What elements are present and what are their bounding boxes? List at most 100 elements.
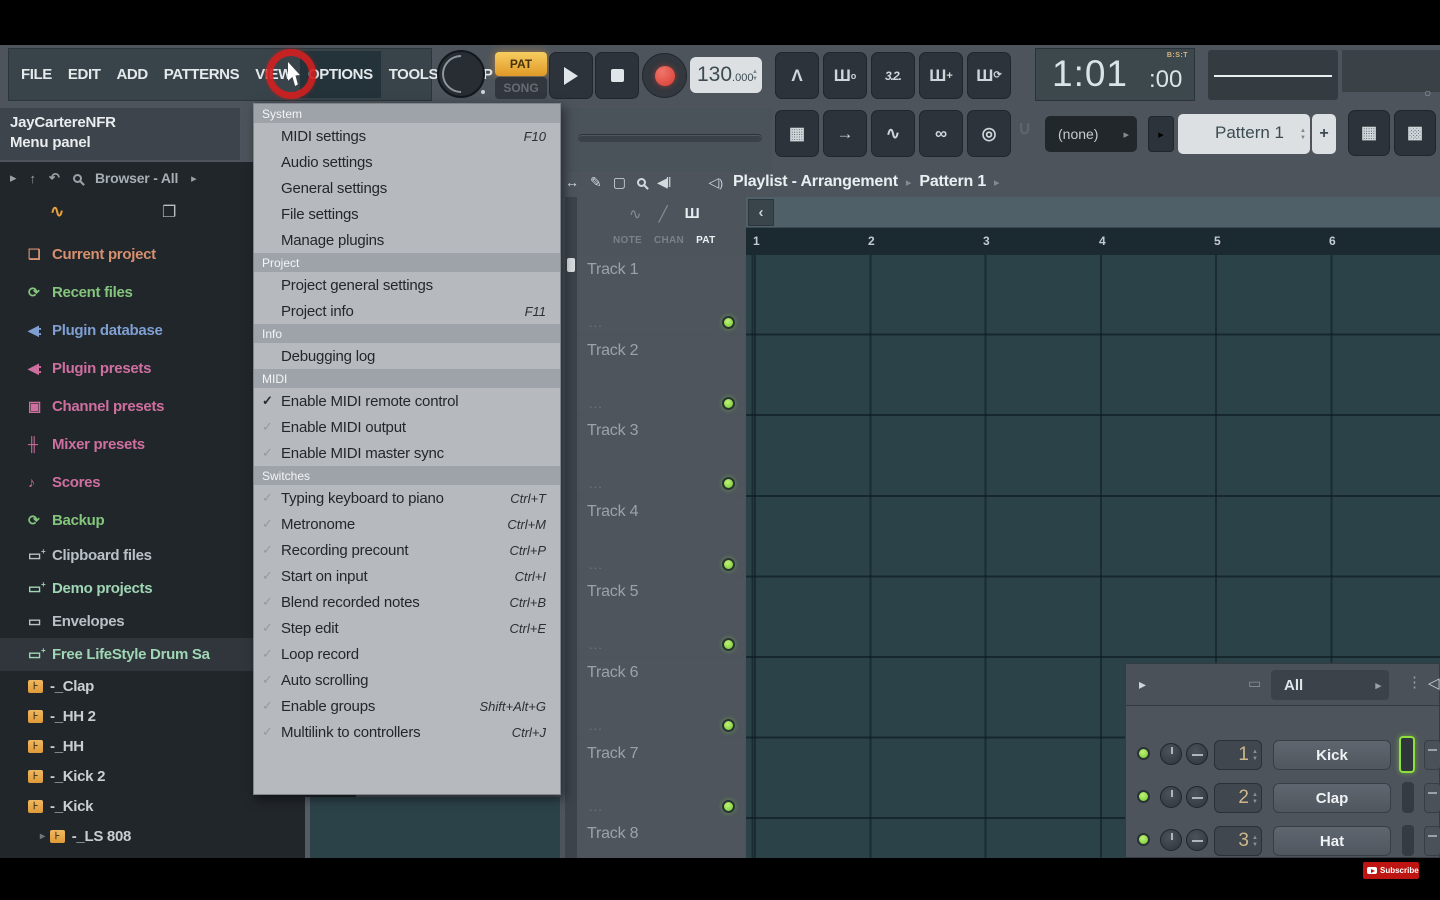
chevron-right-icon[interactable]: ▸	[191, 172, 197, 185]
loop-record-icon[interactable]	[967, 52, 1011, 99]
tab-pat[interactable]: PAT	[696, 235, 715, 246]
subscribe-button[interactable]: Subscribe	[1363, 862, 1419, 879]
menu-item-enable-midi-output[interactable]: ✓Enable MIDI output	[254, 414, 560, 440]
volume-knob[interactable]	[1186, 786, 1208, 808]
channel-button-kick[interactable]: Kick	[1273, 740, 1391, 770]
playlist-scrollbar[interactable]	[746, 197, 1440, 228]
track-row[interactable]: Track 3...	[577, 416, 744, 495]
track-options-dots[interactable]: ...	[589, 637, 603, 652]
track-options-dots[interactable]: ...	[589, 799, 603, 814]
pan-knob[interactable]	[1160, 743, 1182, 765]
track-led[interactable]	[722, 477, 735, 490]
mute-icon[interactable]	[657, 174, 670, 191]
link-icon[interactable]	[919, 110, 963, 157]
track-name[interactable]: Track 6	[587, 664, 638, 682]
play-button[interactable]	[549, 52, 593, 99]
channel-target-led[interactable]	[1402, 825, 1414, 856]
song-mode-button[interactable]: SONG	[495, 77, 547, 99]
playlist-title[interactable]: Playlist - Arrangement	[733, 173, 898, 191]
menu-item-enable-midi-remote-control[interactable]: ✓Enable MIDI remote control	[254, 388, 560, 414]
menu-item-file-settings[interactable]: ✓File settings	[254, 201, 560, 227]
menu-item-enable-groups[interactable]: ✓Enable groupsShift+Alt+G	[254, 693, 560, 719]
menu-item-multilink-to-controllers[interactable]: ✓Multilink to controllersCtrl+J	[254, 719, 560, 745]
piano-icon[interactable]: Ш	[685, 205, 700, 223]
menu-item-project-info[interactable]: ✓Project infoF11	[254, 298, 560, 324]
menu-item-blend-recorded-notes[interactable]: ✓Blend recorded notesCtrl+B	[254, 589, 560, 615]
track-options-dots[interactable]: ...	[589, 396, 603, 411]
menu-item-midi-settings[interactable]: ✓MIDI settingsF10	[254, 123, 560, 149]
track-led[interactable]	[722, 719, 735, 732]
menu-item-recording-precount[interactable]: ✓Recording precountCtrl+P	[254, 537, 560, 563]
metronome-icon[interactable]	[775, 52, 819, 99]
speaker-icon[interactable]	[709, 174, 723, 191]
wave-preview-icon[interactable]	[50, 202, 64, 222]
menu-item-manage-plugins[interactable]: ✓Manage plugins	[254, 227, 560, 253]
add-pattern-button[interactable]: +	[1312, 114, 1336, 154]
track-options-dots[interactable]: ...	[589, 557, 603, 572]
up-arrow-icon[interactable]	[30, 171, 37, 186]
playlist-crumb-pattern[interactable]: Pattern 1	[919, 173, 986, 191]
track-row[interactable]: Track 2...	[577, 336, 744, 415]
pattern-spinner[interactable]: ▲▼	[1300, 114, 1306, 154]
record-button[interactable]	[642, 53, 687, 98]
channel-number[interactable]: 3▲▼	[1214, 826, 1262, 856]
channel-target-led[interactable]	[1402, 782, 1414, 813]
track-row[interactable]: Track 6...	[577, 658, 744, 737]
menu-item-start-on-input[interactable]: ✓Start on inputCtrl+I	[254, 563, 560, 589]
menu-item-enable-midi-master-sync[interactable]: ✓Enable MIDI master sync	[254, 440, 560, 466]
pattern-picker-icon[interactable]	[1348, 110, 1390, 156]
master-volume-knob[interactable]	[437, 50, 485, 98]
track-name[interactable]: Track 2	[587, 342, 638, 360]
tab-chan[interactable]: CHAN	[654, 235, 684, 246]
channel-extra-button[interactable]	[1424, 826, 1440, 856]
browser-item-ls808[interactable]: ▸-_LS 808	[0, 821, 345, 851]
follow-playback-icon[interactable]	[823, 110, 867, 157]
channel-enable-led[interactable]	[1137, 833, 1150, 846]
menu-item-loop-record[interactable]: ✓Loop record	[254, 641, 560, 667]
channel-filter-selector[interactable]: All ▸	[1271, 670, 1389, 700]
track-led[interactable]	[722, 800, 735, 813]
tempo-display[interactable]: 130 .000 ▲▼	[690, 57, 762, 93]
undo-icon[interactable]	[49, 170, 60, 186]
track-led[interactable]	[722, 397, 735, 410]
pot-icon[interactable]	[967, 110, 1011, 157]
menu-add[interactable]: ADD	[108, 51, 155, 98]
playlist-scroll-chip[interactable]	[567, 258, 575, 272]
track-name[interactable]: Track 8	[587, 825, 638, 843]
horizontal-slider[interactable]	[578, 134, 762, 142]
volume-knob[interactable]	[1186, 743, 1208, 765]
channel-number[interactable]: 1▲▼	[1214, 740, 1262, 770]
dots-vert-icon[interactable]	[1407, 673, 1422, 691]
pan-knob[interactable]	[1160, 786, 1182, 808]
browser-item-kick[interactable]: -_Kick	[0, 791, 345, 821]
play-arrow-icon[interactable]	[1139, 676, 1146, 693]
browser-title[interactable]: Browser - All	[95, 170, 178, 186]
channel-extra-button[interactable]	[1424, 740, 1440, 770]
menu-file[interactable]: FILE	[13, 51, 60, 98]
menu-patterns[interactable]: PATTERNS	[156, 51, 247, 98]
copy-icon[interactable]	[162, 202, 176, 222]
play-arrow-icon[interactable]	[10, 170, 17, 186]
channel-enable-led[interactable]	[1137, 747, 1150, 760]
tempo-spinner[interactable]: ▲▼	[752, 57, 758, 93]
track-name[interactable]: Track 4	[587, 503, 638, 521]
track-led[interactable]	[722, 558, 735, 571]
channel-number-spinner[interactable]: ▲▼	[1252, 741, 1258, 769]
link-selector[interactable]: (none) ▸	[1045, 116, 1137, 152]
menu-item-step-edit[interactable]: ✓Step editCtrl+E	[254, 615, 560, 641]
menu-item-metronome[interactable]: ✓MetronomeCtrl+M	[254, 511, 560, 537]
stop-button[interactable]	[595, 52, 639, 99]
menu-item-auto-scrolling[interactable]: ✓Auto scrolling	[254, 667, 560, 693]
channel-target-led[interactable]	[1399, 736, 1415, 773]
track-row[interactable]: Track 1...	[577, 255, 744, 334]
menu-item-typing-keyboard-to-piano[interactable]: ✓Typing keyboard to pianoCtrl+T	[254, 485, 560, 511]
countdown-icon[interactable]: 3.2.	[871, 52, 915, 99]
zoom-icon[interactable]	[637, 178, 646, 187]
volume-knob[interactable]	[1186, 829, 1208, 851]
step-edit-icon[interactable]	[919, 52, 963, 99]
track-name[interactable]: Track 1	[587, 261, 638, 279]
track-options-dots[interactable]: ...	[589, 718, 603, 733]
menu-item-debugging-log[interactable]: ✓Debugging log	[254, 343, 560, 369]
channel-button-hat[interactable]: Hat	[1273, 826, 1391, 856]
playlist-picker-icon[interactable]	[1394, 110, 1436, 156]
